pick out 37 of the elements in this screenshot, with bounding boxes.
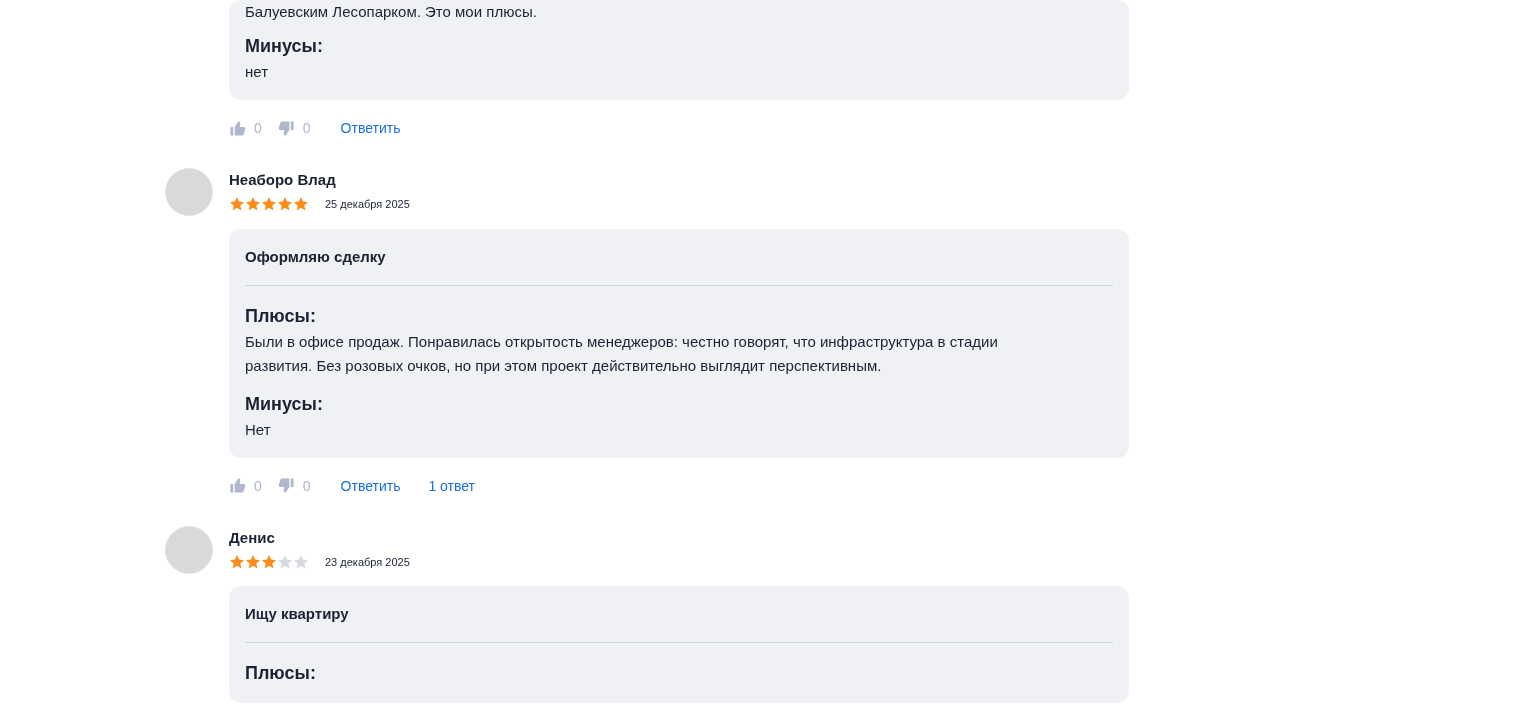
star-icon [293, 553, 309, 570]
pros-text: Балуевским Лесопарком. Это мои плюсы. [245, 2, 538, 22]
review-title: Оформляю сделку [245, 246, 387, 267]
star-icon [245, 553, 261, 570]
pros-label: Плюсы: [245, 304, 317, 328]
thumbs-down-icon[interactable] [277, 477, 295, 494]
review-date: 23 декабря 2025 [325, 554, 410, 570]
star-icon [277, 553, 293, 570]
reply-link[interactable]: Ответить [340, 475, 401, 496]
dislike-count: 0 [302, 476, 311, 496]
review-title: Ищу квартиру [245, 604, 350, 624]
avatar-placeholder [165, 525, 213, 574]
cons-text: нет [245, 62, 269, 82]
star-icon [277, 196, 293, 213]
cons-text: Нет [245, 419, 272, 440]
like-count: 0 [254, 476, 262, 496]
star-icon [245, 196, 261, 213]
star-icon [261, 553, 277, 570]
thumbs-up-icon[interactable] [229, 477, 246, 494]
thumbs-down-icon[interactable] [277, 119, 295, 137]
star-icon [229, 196, 245, 213]
star-icon [229, 553, 245, 570]
like-count: 0 [254, 119, 262, 138]
avatar-placeholder [165, 168, 213, 216]
cons-label: Минусы: [245, 392, 324, 416]
answers-link[interactable]: 1 ответ [428, 475, 476, 496]
star-icon [261, 196, 277, 213]
pros-label: Плюсы: [245, 662, 317, 685]
author-name[interactable]: Неаборо Влад [229, 168, 1129, 192]
pros-text: Были в офисе продаж. Понравилась открытость менеджеров: честно говорят, что инфраструктура в стадии развития. Без розовых очков, но при этом проект действительно выглядит перспективным. [245, 331, 999, 376]
star-icon [293, 196, 309, 213]
review-date: 25 декабря 2025 [325, 197, 410, 212]
author-name[interactable]: Денис [229, 525, 1129, 550]
cons-label: Минусы: [245, 35, 324, 58]
dislike-count: 0 [302, 119, 311, 138]
thumbs-up-icon[interactable] [229, 119, 246, 137]
reply-link[interactable]: Ответить [340, 118, 401, 138]
